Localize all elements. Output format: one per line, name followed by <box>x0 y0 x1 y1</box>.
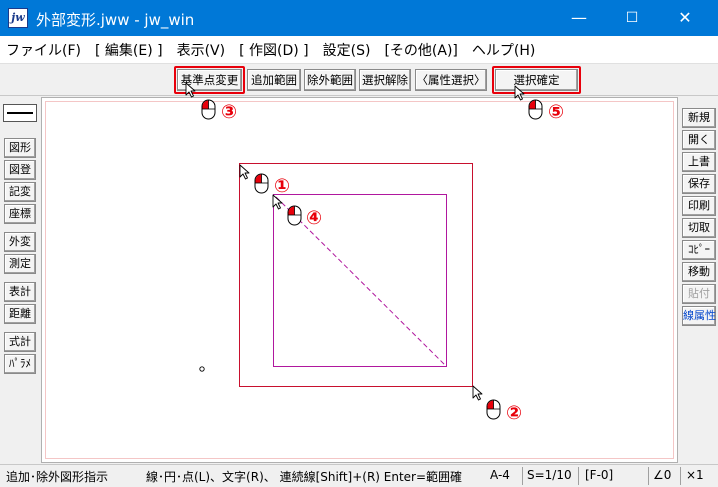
mouse-left-click-icon <box>528 99 543 120</box>
step-5-marker: ⑤ <box>548 101 564 123</box>
status-divider <box>648 467 649 485</box>
mouse-left-click-icon <box>254 173 269 194</box>
status-hint: 線･円･点(L)、文字(R)、 連続線[Shift]+(R) Enter=範囲確 <box>146 470 463 484</box>
cursor-icon <box>272 194 283 210</box>
mouse-left-click-icon <box>287 205 302 226</box>
status-bar: 追加･除外図形指示 線･円･点(L)、文字(R)、 連続線[Shift]+(R)… <box>0 464 718 487</box>
step-2-marker: ② <box>506 402 522 424</box>
scale-indicator[interactable]: S=1/10 <box>527 468 572 482</box>
cursor-icon <box>185 82 196 98</box>
layer-indicator[interactable]: [F-0] <box>585 468 613 482</box>
step-3-marker: ③ <box>221 101 237 123</box>
zoom-indicator[interactable]: ×1 <box>686 468 704 482</box>
cursor-icon <box>239 164 250 180</box>
cursor-icon <box>514 85 525 101</box>
point-marker <box>199 366 205 372</box>
step-1-marker: ① <box>274 175 290 197</box>
status-divider <box>578 467 579 485</box>
mouse-left-click-icon <box>486 399 501 420</box>
status-instruction: 追加･除外図形指示 <box>6 470 109 484</box>
step-4-marker: ④ <box>306 207 322 229</box>
paper-size[interactable]: A-4 <box>490 468 510 482</box>
cursor-icon <box>472 385 483 401</box>
mouse-left-click-icon <box>201 99 216 120</box>
drawing-overlay: ③ ⑤ ① ④ ② <box>185 82 564 424</box>
diagonal-dashed-line <box>275 196 447 367</box>
status-divider <box>680 467 681 485</box>
angle-indicator[interactable]: ∠0 <box>653 468 671 482</box>
status-divider <box>522 467 523 485</box>
